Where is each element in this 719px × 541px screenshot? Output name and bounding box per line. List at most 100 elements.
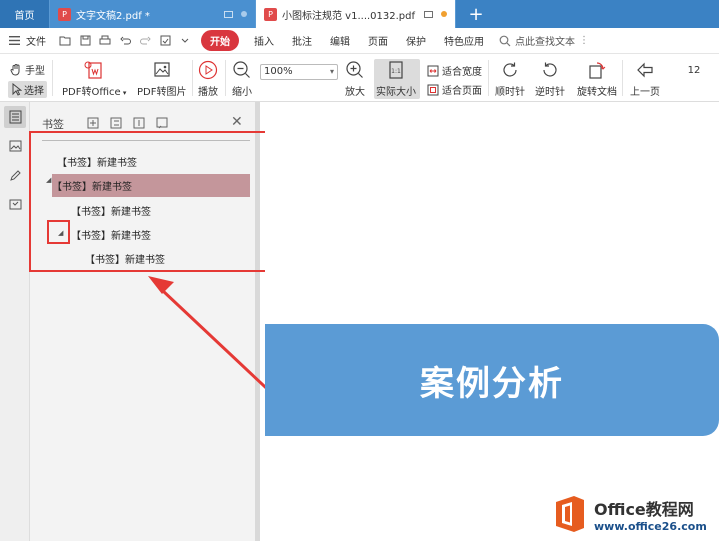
thumbnail-panel-toggle[interactable] bbox=[4, 135, 26, 157]
select-tool-button[interactable]: 选择 bbox=[8, 81, 47, 98]
zoom-level-value: 100% bbox=[264, 66, 293, 77]
menu-edit[interactable]: 编辑 bbox=[321, 33, 359, 48]
fit-page-label: 适合页面 bbox=[442, 86, 482, 97]
tab-home-label: 首页 bbox=[14, 10, 35, 22]
pdf-to-office-label: PDF转Office bbox=[62, 87, 121, 98]
tab-document-2[interactable]: P 小图标注规范 v1....0132.pdf * bbox=[256, 0, 456, 28]
monitor-icon[interactable] bbox=[224, 10, 233, 18]
actual-size-icon: 1:1 bbox=[386, 59, 406, 81]
actual-size-button[interactable]: 1:1 实际大小 bbox=[376, 59, 416, 98]
open-folder-icon[interactable] bbox=[59, 35, 71, 47]
hand-tool-label: 手型 bbox=[25, 66, 45, 77]
tab-document-1[interactable]: P 文字文稿2.pdf * bbox=[50, 0, 256, 28]
add-bookmark-icon[interactable] bbox=[86, 116, 99, 129]
save-icon[interactable] bbox=[79, 35, 91, 47]
zoom-out-button[interactable]: 缩小 bbox=[232, 59, 252, 98]
monitor-icon[interactable] bbox=[424, 10, 433, 18]
zoom-out-icon bbox=[232, 59, 252, 81]
bookmark-panel-title: 书签 bbox=[42, 118, 64, 131]
menu-file[interactable]: 文件 bbox=[24, 33, 55, 48]
attachment-panel-toggle[interactable] bbox=[4, 193, 26, 215]
rotate-counterclockwise-label: 逆时针 bbox=[535, 87, 565, 98]
annotation-toggle-box bbox=[47, 220, 70, 244]
play-button[interactable]: 播放 bbox=[198, 59, 218, 98]
zoom-in-icon bbox=[345, 59, 365, 81]
rotate-counterclockwise-button[interactable]: 逆时针 bbox=[535, 59, 565, 98]
select-tool-label: 选择 bbox=[24, 86, 44, 97]
zoom-out-label: 缩小 bbox=[232, 87, 252, 98]
chevron-down-icon[interactable] bbox=[179, 35, 191, 47]
redo-icon[interactable] bbox=[139, 35, 151, 47]
menu-insert[interactable]: 插入 bbox=[245, 33, 283, 48]
prev-page-label: 上一页 bbox=[630, 87, 660, 98]
menu-bar: 文件 开始 插入 批注 编辑 页面 保护 特色应用 点此查找文本 ⋮ bbox=[0, 28, 719, 54]
menu-special[interactable]: 特色应用 bbox=[435, 33, 493, 48]
more-options-icon[interactable]: ⋮ bbox=[579, 35, 589, 46]
rotate-document-label: 旋转文档 bbox=[577, 87, 617, 98]
tab-document-1-label: 文字文稿2.pdf * bbox=[76, 10, 150, 22]
fit-width-button[interactable]: 适合宽度 bbox=[427, 63, 482, 78]
menu-annotate[interactable]: 批注 bbox=[283, 33, 321, 48]
pdf-to-office-button[interactable]: PDF转Office ▾ bbox=[62, 59, 126, 98]
bookmark-list-icon bbox=[9, 110, 22, 124]
menu-page[interactable]: 页面 bbox=[359, 33, 397, 48]
fit-page-button[interactable]: 适合页面 bbox=[427, 82, 482, 97]
toolbar: 手型 选择 PDF转Office ▾ PDF转图片 播放 缩小 100% ▾ 放… bbox=[0, 54, 719, 102]
image-icon bbox=[9, 140, 22, 152]
hamburger-menu-icon[interactable] bbox=[8, 35, 20, 47]
image-icon bbox=[152, 59, 172, 81]
new-tab-button[interactable]: + bbox=[456, 0, 496, 28]
divider bbox=[192, 60, 193, 96]
tab-home[interactable]: 首页 bbox=[0, 0, 50, 28]
unsaved-dot-icon[interactable] bbox=[441, 11, 447, 17]
office-logo-icon bbox=[552, 494, 588, 534]
add-child-bookmark-icon[interactable] bbox=[109, 116, 122, 129]
page-number-input[interactable]: 12 bbox=[672, 65, 716, 76]
menu-protect[interactable]: 保护 bbox=[397, 33, 435, 48]
convert-icon[interactable] bbox=[159, 35, 171, 47]
bookmark-panel-toggle[interactable] bbox=[4, 106, 26, 128]
insert-bookmark-icon[interactable] bbox=[132, 116, 145, 129]
tab-bar: 首页 P 文字文稿2.pdf * P 小图标注规范 v1....0132.pdf… bbox=[0, 0, 719, 28]
pdf-to-image-button[interactable]: PDF转图片 bbox=[137, 59, 186, 98]
pdf-to-image-label: PDF转图片 bbox=[137, 87, 187, 98]
divider bbox=[622, 60, 623, 96]
watermark: Office教程网 www.office26.com bbox=[552, 488, 718, 540]
rotate-document-button[interactable]: 旋转文档 bbox=[577, 59, 617, 98]
pdf-icon: P bbox=[264, 7, 277, 21]
case-analysis-banner: 案例分析 bbox=[265, 324, 719, 436]
fit-width-icon bbox=[427, 65, 439, 77]
zoom-in-label: 放大 bbox=[345, 87, 365, 98]
hand-tool-button[interactable]: 手型 bbox=[10, 62, 45, 77]
chevron-down-icon: ▾ bbox=[329, 67, 334, 76]
divider bbox=[488, 60, 489, 96]
close-icon[interactable]: ✕ bbox=[231, 114, 243, 130]
close-dot-icon[interactable] bbox=[241, 11, 247, 17]
hand-icon bbox=[10, 63, 23, 76]
print-icon[interactable] bbox=[99, 35, 111, 47]
pdf-to-office-icon bbox=[83, 59, 105, 81]
cursor-icon bbox=[11, 83, 22, 96]
actual-size-label: 实际大小 bbox=[376, 87, 416, 98]
prev-page-button[interactable]: 上一页 bbox=[630, 59, 660, 98]
rotate-clockwise-button[interactable]: 顺时针 bbox=[495, 59, 525, 98]
attachment-icon bbox=[9, 198, 22, 211]
undo-icon[interactable] bbox=[119, 35, 131, 47]
watermark-url: www.office26.com bbox=[594, 519, 707, 533]
annotation-panel-toggle[interactable] bbox=[4, 164, 26, 186]
tab-document-2-label: 小图标注规范 v1....0132.pdf * bbox=[282, 10, 418, 22]
rotate-clockwise-icon bbox=[500, 59, 520, 81]
menu-start[interactable]: 开始 bbox=[201, 30, 239, 51]
divider bbox=[52, 60, 53, 96]
document-page[interactable]: 案例分析 bbox=[265, 102, 719, 541]
edit-bookmark-icon[interactable] bbox=[155, 116, 168, 129]
zoom-in-button[interactable]: 放大 bbox=[345, 59, 365, 98]
zoom-level-select[interactable]: 100% ▾ bbox=[260, 64, 338, 80]
pdf-icon: P bbox=[58, 7, 71, 21]
search-box[interactable]: 点此查找文本 ⋮ bbox=[499, 33, 589, 48]
banner-title: 案例分析 bbox=[420, 363, 564, 404]
bookmark-panel-actions bbox=[86, 116, 168, 129]
play-icon bbox=[198, 59, 218, 81]
left-sidebar-strip bbox=[0, 102, 30, 541]
search-icon bbox=[499, 35, 511, 47]
